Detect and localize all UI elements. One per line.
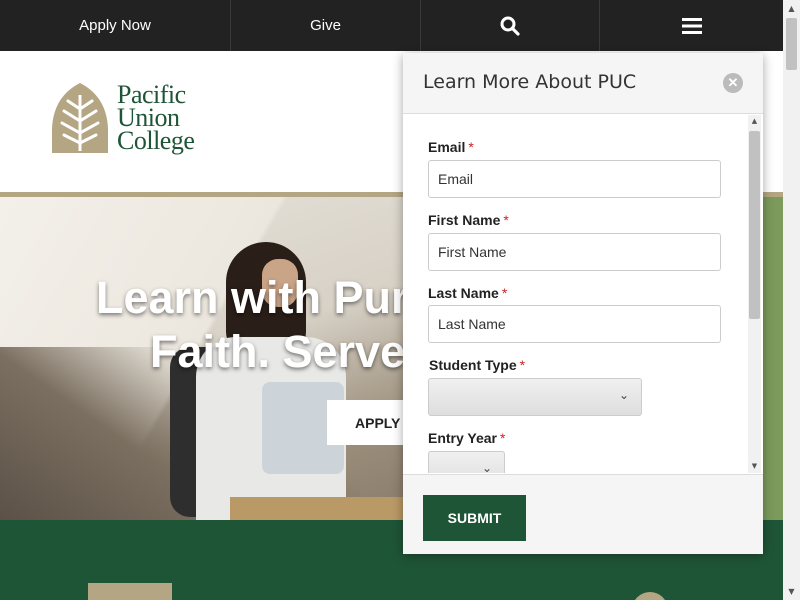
- scroll-down-arrow-icon[interactable]: ▼: [748, 460, 761, 473]
- hamburger-menu-icon: [681, 17, 702, 34]
- chevron-down-icon: ⌄: [481, 461, 492, 473]
- last-name-label: Last Name *: [428, 285, 507, 301]
- logo-line-college: College: [117, 126, 195, 155]
- last-name-label-text: Last Name: [428, 285, 499, 301]
- entry-year-label: Entry Year *: [428, 430, 505, 446]
- search-button[interactable]: [421, 0, 600, 51]
- email-label-text: Email: [428, 139, 466, 155]
- entry-year-label-text: Entry Year: [428, 430, 498, 446]
- scroll-down-arrow-icon[interactable]: ▼: [783, 583, 800, 600]
- modal-scrollbar-thumb[interactable]: [749, 131, 760, 319]
- logo-wordmark: Pacific Union College: [117, 82, 195, 155]
- green-section-tan-block: [88, 583, 172, 600]
- first-name-field[interactable]: [428, 233, 721, 271]
- first-name-label: First Name *: [428, 212, 509, 228]
- green-section-tan-shape: [632, 592, 668, 600]
- email-field[interactable]: [428, 160, 721, 198]
- scroll-up-arrow-icon[interactable]: ▲: [748, 115, 761, 128]
- give-link[interactable]: Give: [231, 0, 421, 51]
- modal-header: Learn More About PUC ✕: [403, 53, 763, 114]
- learn-more-modal: Learn More About PUC ✕ Email* First Name…: [403, 53, 763, 554]
- leaf-tree-icon: [52, 83, 108, 153]
- hero-photo-window: [762, 197, 783, 520]
- menu-button[interactable]: [600, 0, 783, 51]
- entry-year-select[interactable]: ⌄: [428, 451, 505, 473]
- page-scrollbar-thumb[interactable]: [786, 18, 797, 70]
- student-type-label: Student Type *: [429, 357, 525, 373]
- search-icon: [500, 16, 520, 36]
- puc-logo[interactable]: Pacific Union College: [50, 81, 195, 155]
- required-mark: *: [503, 212, 509, 228]
- required-mark: *: [519, 357, 526, 373]
- modal-title: Learn More About PUC: [423, 71, 637, 93]
- hero-headline-line1: Learn with Pur: [96, 272, 409, 323]
- hero-headline-line2: Faith. Serve: [150, 326, 406, 377]
- submit-button[interactable]: SUBMIT: [423, 495, 526, 541]
- required-mark: *: [501, 285, 508, 301]
- hero-headline: Learn with Pur Faith. Serve: [96, 271, 409, 379]
- chevron-down-icon: ⌄: [618, 388, 629, 402]
- modal-scrollbar[interactable]: ▲ ▼: [748, 115, 761, 473]
- apply-now-link[interactable]: Apply Now: [0, 0, 231, 51]
- email-label: Email *: [428, 139, 474, 155]
- last-name-field[interactable]: [428, 305, 721, 343]
- page-scrollbar[interactable]: ▲ ▼: [783, 0, 800, 600]
- top-nav: Apply Now Give: [0, 0, 783, 51]
- scroll-up-arrow-icon[interactable]: ▲: [783, 0, 800, 17]
- required-mark: *: [500, 430, 506, 446]
- required-mark: *: [468, 139, 474, 155]
- modal-form: Email* First Name* Last Name* Student Ty…: [403, 115, 763, 473]
- student-type-label-text: Student Type: [429, 357, 517, 373]
- close-icon[interactable]: ✕: [723, 73, 743, 93]
- student-type-select[interactable]: ⌄: [428, 378, 642, 416]
- modal-footer: SUBMIT: [403, 474, 763, 554]
- first-name-label-text: First Name: [428, 212, 501, 228]
